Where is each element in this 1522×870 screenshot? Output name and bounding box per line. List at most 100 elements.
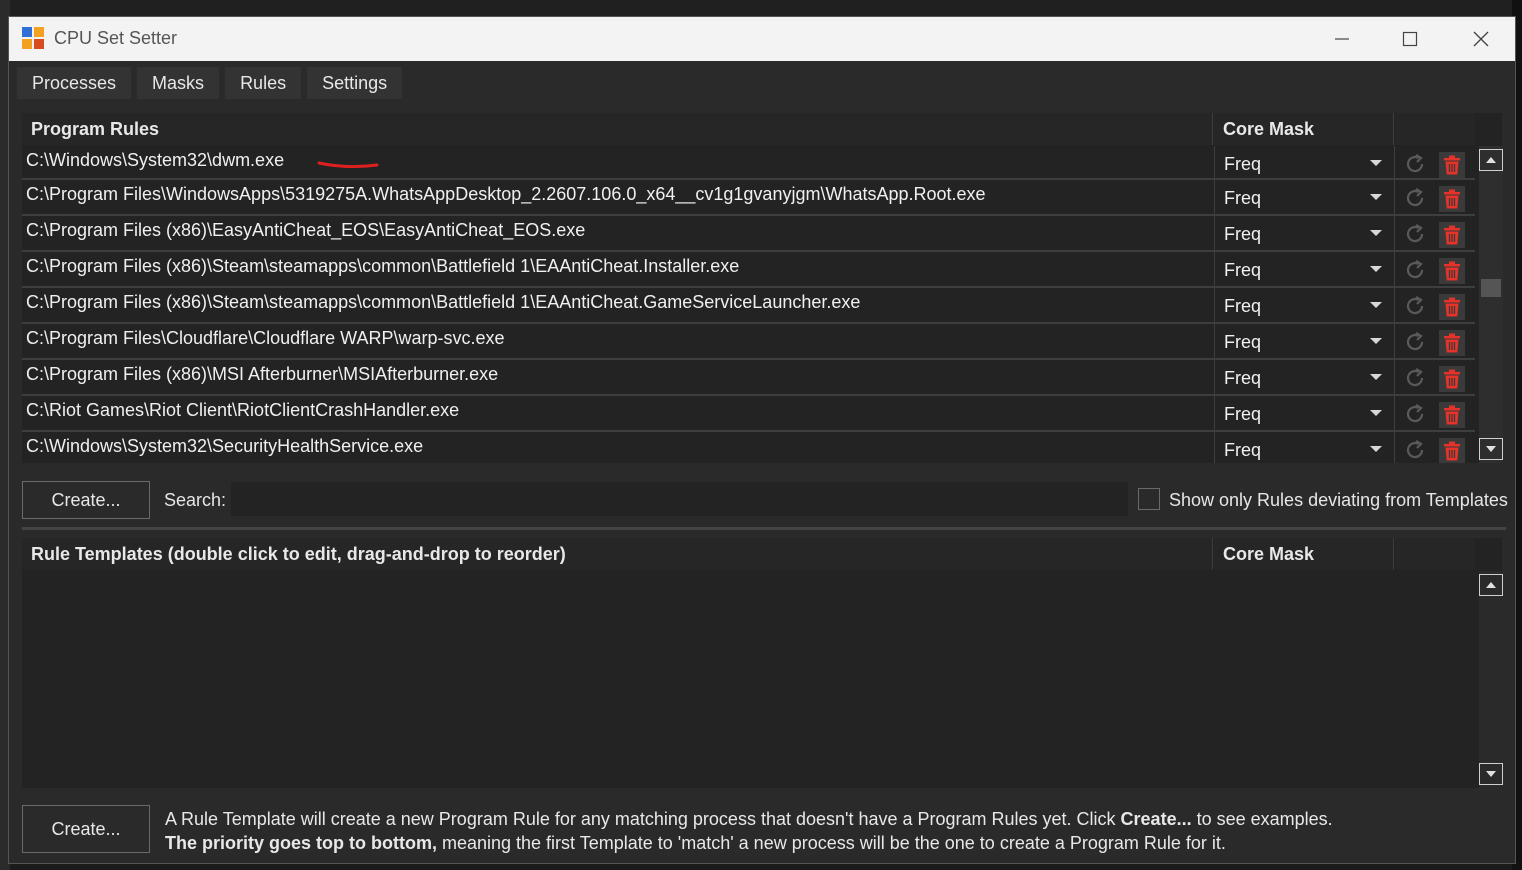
search-input[interactable] — [231, 482, 1128, 516]
rule-path: C:\Windows\System32\dwm.exe — [26, 150, 285, 170]
table-row[interactable]: C:\Windows\System32\SecurityHealthServic… — [22, 432, 1475, 463]
close-icon — [1473, 31, 1489, 47]
program-rules-rows: C:\Windows\System32\dwm.exe Freq C:\Progra… — [22, 146, 1475, 463]
maximize-button[interactable] — [1375, 17, 1445, 61]
column-header-template-actions — [1395, 538, 1475, 570]
row-actions — [1394, 216, 1475, 250]
delete-button[interactable] — [1439, 258, 1465, 284]
core-mask-dropdown[interactable]: Freq — [1214, 360, 1394, 394]
refresh-icon[interactable] — [1403, 152, 1427, 176]
rule-path: C:\Program Files (x86)\Steam\steamapps\c… — [26, 256, 740, 276]
trash-icon — [1444, 261, 1460, 281]
refresh-icon[interactable] — [1403, 330, 1427, 354]
chevron-down-icon — [1370, 194, 1382, 200]
table-row[interactable]: C:\Riot Games\Riot Client\RiotClientCras… — [22, 396, 1475, 432]
delete-button[interactable] — [1439, 402, 1465, 428]
delete-button[interactable] — [1439, 222, 1465, 248]
templates-scroll-up-button[interactable] — [1479, 574, 1503, 596]
delete-button[interactable] — [1439, 366, 1465, 392]
table-row[interactable]: C:\Program Files (x86)\Steam\steamapps\c… — [22, 252, 1475, 288]
templates-scrollbar[interactable] — [1479, 571, 1503, 788]
scroll-down-button[interactable] — [1479, 438, 1503, 460]
program-rules-grid: Program Rules Core Mask C:\Windows\Syste… — [22, 113, 1503, 463]
core-mask-dropdown[interactable]: Freq — [1214, 252, 1394, 286]
refresh-icon[interactable] — [1403, 258, 1427, 282]
row-actions — [1394, 252, 1475, 286]
minimize-button[interactable] — [1307, 17, 1377, 61]
column-header-program-rules[interactable]: Program Rules — [22, 113, 1213, 145]
table-row[interactable]: C:\Program Files (x86)\MSI Afterburner\M… — [22, 360, 1475, 396]
trash-icon — [1444, 189, 1460, 209]
core-mask-value: Freq — [1224, 224, 1262, 244]
window-title: CPU Set Setter — [54, 28, 178, 48]
create-template-button[interactable]: Create... — [22, 805, 150, 853]
delete-button[interactable] — [1439, 438, 1465, 463]
info-bold-priority: The priority goes top to bottom, — [165, 833, 437, 853]
table-row[interactable]: C:\Program Files (x86)\Steam\steamapps\c… — [22, 288, 1475, 324]
core-mask-value: Freq — [1224, 154, 1262, 174]
tab-masks[interactable]: Masks — [137, 67, 220, 99]
delete-button[interactable] — [1439, 294, 1465, 320]
column-header-core-mask[interactable]: Core Mask — [1214, 113, 1394, 145]
refresh-icon[interactable] — [1403, 402, 1427, 426]
refresh-icon[interactable] — [1403, 186, 1427, 210]
core-mask-dropdown[interactable]: Freq — [1214, 288, 1394, 322]
templates-scroll-down-button[interactable] — [1479, 763, 1503, 785]
core-mask-value: Freq — [1224, 296, 1262, 316]
chevron-down-icon — [1370, 338, 1382, 344]
refresh-icon[interactable] — [1403, 438, 1427, 462]
delete-button[interactable] — [1439, 330, 1465, 356]
column-header-template-core-mask[interactable]: Core Mask — [1214, 538, 1394, 570]
delete-button[interactable] — [1439, 186, 1465, 212]
template-info-text: A Rule Template will create a new Progra… — [165, 807, 1333, 855]
table-row[interactable]: C:\Program Files (x86)\EasyAntiCheat_EOS… — [22, 216, 1475, 252]
refresh-icon[interactable] — [1403, 222, 1427, 246]
row-actions — [1394, 360, 1475, 394]
tab-settings[interactable]: Settings — [307, 67, 403, 99]
core-mask-value: Freq — [1224, 404, 1262, 424]
row-actions — [1394, 180, 1475, 214]
core-mask-dropdown[interactable]: Freq — [1214, 216, 1394, 250]
chevron-down-icon — [1370, 302, 1382, 308]
row-actions — [1394, 146, 1475, 178]
chevron-down-icon — [1370, 160, 1382, 166]
arrow-up-icon — [1486, 582, 1496, 588]
column-header-actions — [1395, 113, 1475, 145]
core-mask-dropdown[interactable]: Freq — [1214, 324, 1394, 358]
refresh-icon[interactable] — [1403, 366, 1427, 390]
desktop-background-top — [0, 0, 1522, 16]
core-mask-value: Freq — [1224, 332, 1262, 352]
trash-icon — [1444, 441, 1460, 461]
table-row[interactable]: C:\Program Files\WindowsApps\5319275A.Wh… — [22, 180, 1475, 216]
rule-templates-grid: Rule Templates (double click to edit, dr… — [22, 538, 1503, 788]
arrow-down-icon — [1486, 771, 1496, 777]
deviating-rules-label[interactable]: Show only Rules deviating from Templates — [1169, 490, 1508, 511]
chevron-down-icon — [1370, 446, 1382, 452]
chevron-down-icon — [1370, 410, 1382, 416]
rules-scrollbar[interactable] — [1479, 146, 1503, 463]
core-mask-dropdown[interactable]: Freq — [1214, 180, 1394, 214]
table-row[interactable]: C:\Program Files\Cloudflare\Cloudflare W… — [22, 324, 1475, 360]
tab-bar: Processes Masks Rules Settings — [17, 67, 403, 99]
table-row[interactable]: C:\Windows\System32\dwm.exe Freq — [22, 146, 1475, 180]
arrow-up-icon — [1486, 157, 1496, 163]
tab-rules[interactable]: Rules — [225, 67, 302, 99]
create-rule-button[interactable]: Create... — [22, 481, 150, 519]
arrow-down-icon — [1486, 446, 1496, 452]
chevron-down-icon — [1370, 374, 1382, 380]
core-mask-dropdown[interactable]: Freq — [1214, 146, 1394, 178]
tab-processes[interactable]: Processes — [17, 67, 132, 99]
deviating-rules-checkbox[interactable] — [1138, 488, 1160, 510]
close-button[interactable] — [1446, 17, 1515, 61]
refresh-icon[interactable] — [1403, 294, 1427, 318]
column-header-rule-templates[interactable]: Rule Templates (double click to edit, dr… — [22, 538, 1213, 570]
core-mask-dropdown[interactable]: Freq — [1214, 432, 1394, 463]
title-bar[interactable]: CPU Set Setter — [9, 17, 1515, 61]
rule-path: C:\Windows\System32\SecurityHealthServic… — [26, 436, 424, 456]
core-mask-dropdown[interactable]: Freq — [1214, 396, 1394, 430]
delete-button[interactable] — [1439, 152, 1465, 178]
scroll-thumb[interactable] — [1481, 279, 1501, 297]
rule-path: C:\Program Files (x86)\Steam\steamapps\c… — [26, 292, 861, 312]
trash-icon — [1444, 225, 1460, 245]
scroll-up-button[interactable] — [1479, 149, 1503, 171]
